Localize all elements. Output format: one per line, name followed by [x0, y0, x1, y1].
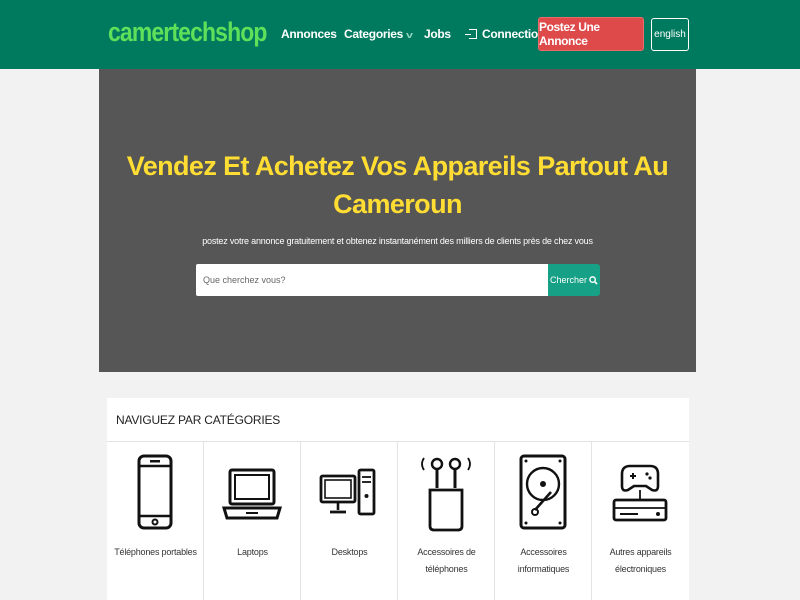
- hero-subtitle: postez votre annonce gratuitement et obt…: [202, 236, 593, 246]
- nav-link-connection[interactable]: Connection: [465, 27, 545, 41]
- nav-link-categories[interactable]: Categories v: [344, 27, 413, 41]
- category-label: Desktops: [331, 547, 368, 557]
- category-mobile-phones[interactable]: Téléphones portables: [107, 442, 204, 600]
- search-input[interactable]: [196, 264, 548, 296]
- category-desktops[interactable]: Desktops: [301, 442, 398, 600]
- search-icon: [589, 275, 598, 285]
- hard-drive-icon: [519, 454, 567, 530]
- top-navbar: camertechshop Annonces Categories v Jobs …: [0, 0, 800, 69]
- category-label: Laptops: [237, 547, 268, 557]
- nav-link-annonces[interactable]: Annonces: [281, 27, 337, 41]
- hero-banner: Vendez Et Achetez Vos Appareils Partout …: [99, 69, 696, 372]
- categories-grid: Téléphones portables Laptops Desktops Ac…: [107, 442, 689, 600]
- login-icon: [465, 29, 477, 39]
- smartphone-icon: [137, 454, 173, 530]
- search-button-label: Chercher: [549, 275, 587, 285]
- nav-link-jobs[interactable]: Jobs: [424, 27, 451, 41]
- nav-link-label: Categories: [344, 27, 404, 41]
- category-label: Accessoires informatiques: [517, 547, 570, 574]
- site-logo[interactable]: camertechshop: [108, 17, 267, 48]
- earbuds-icon: [421, 457, 471, 532]
- category-phone-accessories[interactable]: Accessoires de téléphones: [398, 442, 495, 600]
- hero-title: Vendez Et Achetez Vos Appareils Partout …: [126, 151, 669, 219]
- post-ad-button-label: Postez Une Annonce: [539, 20, 600, 48]
- language-button[interactable]: english: [651, 18, 689, 51]
- categories-heading: NAVIGUEZ PAR CATÉGORIES: [116, 413, 281, 427]
- category-laptops[interactable]: Laptops: [204, 442, 301, 600]
- category-other-electronics[interactable]: Autres appareils électroniques: [592, 442, 689, 600]
- language-button-label: english: [654, 29, 686, 40]
- category-label: Autres appareils électroniques: [609, 547, 672, 574]
- nav-link-label: Annonces: [281, 27, 337, 41]
- desktop-icon: [319, 468, 376, 516]
- nav-link-label: Connection: [482, 27, 545, 41]
- chevron-down-icon: v: [406, 30, 413, 40]
- post-ad-button[interactable]: Postez Une Annonce: [538, 17, 644, 51]
- categories-panel: NAVIGUEZ PAR CATÉGORIES Téléphones porta…: [107, 398, 689, 600]
- category-label: Accessoires de téléphones: [417, 547, 476, 574]
- search-button[interactable]: Chercher: [548, 264, 600, 296]
- category-label: Téléphones portables: [114, 547, 197, 557]
- laptop-icon: [222, 468, 282, 520]
- nav-link-label: Jobs: [424, 27, 451, 41]
- category-computer-accessories[interactable]: Accessoires informatiques: [495, 442, 592, 600]
- game-console-icon: [612, 464, 668, 522]
